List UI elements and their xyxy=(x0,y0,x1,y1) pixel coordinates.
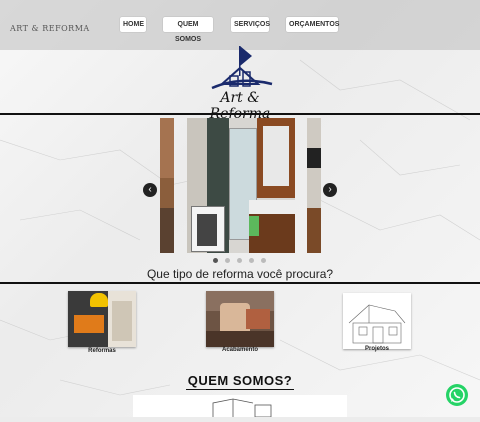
nav-home[interactable]: HOME xyxy=(120,17,146,32)
whatsapp-button[interactable] xyxy=(446,384,468,406)
carousel-slide-next xyxy=(307,118,321,253)
about-preview-box xyxy=(133,395,347,418)
chevron-left-icon: ‹ xyxy=(148,184,152,195)
carousel-dot-2[interactable] xyxy=(225,258,230,263)
service-card-reformas[interactable] xyxy=(68,291,136,347)
carousel-dot-4[interactable] xyxy=(249,258,254,263)
section-title-underline xyxy=(186,389,294,390)
nav-servicos[interactable]: SERVIÇOS xyxy=(231,17,270,32)
top-header: ART & REFORMA HOME QUEM SOMOS SERVIÇOS O… xyxy=(0,0,480,50)
whatsapp-icon xyxy=(449,387,465,403)
service-label-projetos[interactable]: Projetos xyxy=(343,346,411,352)
carousel-next-button[interactable]: › xyxy=(323,183,337,197)
carousel-slide-active[interactable] xyxy=(187,118,295,253)
service-card-projetos[interactable] xyxy=(343,293,411,349)
service-card-acabamento[interactable] xyxy=(206,291,274,347)
house-sketch-preview xyxy=(212,398,272,418)
chevron-right-icon: › xyxy=(328,184,332,195)
carousel-slide-prev xyxy=(160,118,174,253)
service-label-acabamento[interactable]: Acabamento xyxy=(206,347,274,353)
services-question: Que tipo de reforma você procura? xyxy=(146,267,334,281)
section-title-quem-somos: QUEM SOMOS? xyxy=(187,373,293,388)
house-sketch-image xyxy=(348,304,406,344)
nav-quem-somos[interactable]: QUEM SOMOS xyxy=(163,17,213,43)
main-nav: HOME QUEM SOMOS SERVIÇOS ORÇAMENTOS xyxy=(0,17,480,43)
divider-middle xyxy=(0,282,480,284)
divider-top xyxy=(0,113,480,115)
carousel-dot-1[interactable] xyxy=(213,258,218,263)
nav-orcamentos[interactable]: ORÇAMENTOS xyxy=(286,17,339,32)
carousel-dot-5[interactable] xyxy=(261,258,266,263)
carousel-dot-3[interactable] xyxy=(237,258,242,263)
service-label-reformas[interactable]: Reformas xyxy=(68,348,136,354)
carousel-prev-button[interactable]: ‹ xyxy=(143,183,157,197)
